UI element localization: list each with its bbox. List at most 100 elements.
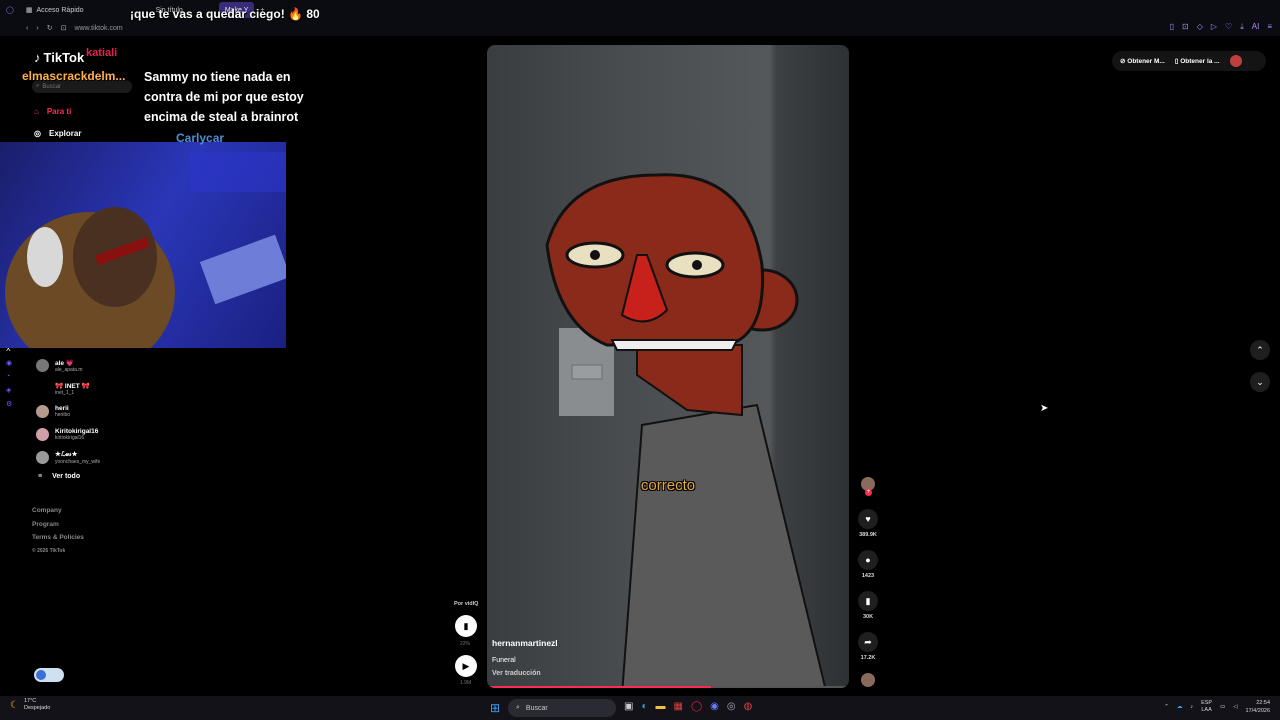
taskbar-search-label: Buscar	[525, 704, 548, 712]
weather-widget[interactable]: ☾ 17°C Despejado	[10, 698, 50, 712]
following-item[interactable]: herii heriibo	[36, 400, 136, 423]
play-icon[interactable]: ▷	[1211, 22, 1217, 32]
bookmark-icon: ▮	[865, 595, 871, 606]
footer-terms-link[interactable]: Terms & Policies	[32, 531, 84, 545]
following-item[interactable]: ★ℒ𝓊𝓈★ yoonchaes_my_wife	[36, 446, 136, 469]
avatar	[36, 382, 49, 395]
menu-icon[interactable]: ≡	[1267, 22, 1272, 32]
views-label: 1.9M	[460, 680, 472, 686]
footer-program-link[interactable]: Program	[32, 518, 84, 532]
tab-quick-access[interactable]: ▦ Acceso Rápido	[20, 2, 90, 18]
progress-fill	[487, 686, 712, 688]
taskbar-apps: ▣ ◐ ▬ ▦ ◯ ◉ ◎ ◍	[624, 701, 752, 712]
settings-icon[interactable]: ⚙	[6, 400, 16, 408]
edge-icon[interactable]: ◐	[641, 701, 647, 712]
tab-label: Acceso Rápido	[36, 6, 84, 14]
profile-avatar[interactable]	[1229, 55, 1242, 67]
webcam-scene	[5, 152, 286, 348]
get-app-button-2[interactable]: ▯ Obtener la ...	[1175, 57, 1220, 65]
following-name: Kiritokirigal16	[55, 428, 99, 435]
stats-button[interactable]: ▮	[455, 615, 477, 637]
video-player[interactable]: correcto hernanmartinezl Funeral Ver tra…	[487, 45, 849, 688]
bookmark-button[interactable]: ▮	[858, 591, 878, 611]
play-button[interactable]: ▶	[455, 655, 477, 677]
like-button[interactable]: ♥	[858, 509, 878, 529]
microphone-icon[interactable]: ♪	[1190, 704, 1193, 710]
tiktok-logo[interactable]: ♪ TikTok	[34, 50, 84, 65]
following-item[interactable]: Kiritokirigal16 kiritokirigal16	[36, 423, 136, 446]
avatar	[36, 451, 49, 464]
comment-count: 1423	[861, 573, 875, 579]
clock-icon[interactable]: ◔	[6, 373, 16, 380]
lang-code: ESP	[1201, 700, 1213, 706]
translate-link[interactable]: Ver traducción	[492, 670, 541, 677]
footer-company-link[interactable]: Company	[32, 504, 84, 518]
nav-for-you[interactable]: ⌂ Para ti	[34, 107, 71, 116]
comment-button[interactable]: ●	[858, 550, 878, 570]
browser-menu-icon[interactable]: ◯	[0, 2, 20, 18]
opera-icon[interactable]: ◯	[691, 701, 702, 712]
chat-username: katiali	[86, 47, 118, 59]
obs-icon[interactable]: ◍	[744, 701, 753, 712]
heart-toolbar-icon[interactable]: ♡	[1225, 22, 1232, 32]
clock[interactable]: 22:54 17/4/2026	[1246, 699, 1270, 715]
chevron-up-tray-icon[interactable]: ⌃	[1164, 704, 1169, 710]
time-text: 22:54	[1256, 700, 1270, 706]
reload-icon[interactable]: ↻	[47, 24, 53, 32]
video-progress-bar[interactable]	[487, 686, 849, 688]
follow-plus-icon[interactable]: +	[865, 489, 872, 496]
following-handle: yoonchaes_my_wife	[55, 459, 101, 465]
nav-label: Para ti	[46, 107, 72, 116]
circle-icon[interactable]: ◉	[6, 359, 16, 367]
folder-icon[interactable]: ▬	[656, 701, 666, 712]
back-icon[interactable]: ‹	[26, 25, 28, 32]
previous-video-button[interactable]: ⌃	[1250, 340, 1270, 360]
calendar-app-icon[interactable]: ▦	[674, 701, 683, 712]
music-avatar[interactable]	[861, 673, 875, 687]
see-all-label: Ver todo	[52, 473, 81, 480]
date-text: 17/4/2026	[1245, 708, 1270, 714]
download-icon[interactable]: ⤓	[1240, 22, 1244, 32]
video-author[interactable]: hernanmartinezl	[492, 638, 558, 648]
shield-icon[interactable]: ◇	[1197, 22, 1203, 32]
browser-side-rail: X ◉ ◔ ◈ ⚙	[6, 346, 16, 408]
network-icon[interactable]: ▭	[1220, 704, 1225, 710]
site-info-icon[interactable]: ⊡	[61, 24, 67, 32]
taskbar-search[interactable]: ⌕ Buscar	[508, 699, 616, 717]
get-app-button-1[interactable]: ⊘ Obtener M...	[1120, 57, 1165, 65]
following-item[interactable]: ale 💗 ale_apata.m	[36, 354, 136, 377]
toggle-switch[interactable]	[34, 668, 64, 682]
screenshot-icon[interactable]: ⊡	[1182, 22, 1189, 32]
windows-start-icon[interactable]: ⊞	[490, 701, 500, 715]
heart-icon: ♥	[865, 514, 871, 524]
discord-icon[interactable]: ◉	[710, 701, 719, 712]
next-video-button[interactable]: ⌄	[1250, 372, 1270, 392]
following-item[interactable]: 🎀 INET 🎀 inet_1_1	[36, 377, 136, 400]
see-all-link[interactable]: ≡ Ver todo	[38, 473, 80, 480]
search-icon: ⌕	[36, 83, 40, 89]
creator-avatar[interactable]: +	[861, 477, 875, 496]
onedrive-icon[interactable]: ☁	[1177, 704, 1183, 710]
following-name: herii	[55, 405, 69, 412]
lang-variant: LAA	[1201, 707, 1212, 713]
volume-icon[interactable]: ◁	[1233, 704, 1237, 710]
avatar	[36, 359, 49, 372]
ai-label[interactable]: AI	[1252, 22, 1260, 32]
steam-icon[interactable]: ◎	[727, 701, 736, 712]
video-action-bar: + ♥ 389.9K ● 1423 ▮ 30K ➦ 17.2K	[857, 477, 879, 687]
weather-text: Despejado	[23, 705, 51, 711]
address-bar: ‹ › ↻ ⊡ www.tiktok.com	[0, 20, 1280, 36]
get-app-bar: ⊘ Obtener M... ▯ Obtener la ...	[1112, 51, 1266, 71]
bar-chart-icon: ▮	[463, 620, 469, 631]
nav-label: Explorar	[48, 129, 82, 138]
video-description: Funeral	[492, 657, 516, 664]
mouse-cursor-icon: ➤	[1040, 403, 1049, 414]
task-view-icon[interactable]: ▣	[624, 701, 633, 712]
language-indicator[interactable]: ESP LAA	[1201, 700, 1212, 714]
bookmark-toolbar-icon[interactable]: ▯	[1170, 22, 1174, 32]
cube-icon[interactable]: ◈	[6, 386, 16, 394]
nav-explore[interactable]: ◎ Explorar	[34, 129, 81, 138]
url-field[interactable]: www.tiktok.com	[74, 25, 122, 32]
forward-icon[interactable]: ›	[36, 25, 38, 32]
share-button[interactable]: ➦	[858, 632, 878, 652]
